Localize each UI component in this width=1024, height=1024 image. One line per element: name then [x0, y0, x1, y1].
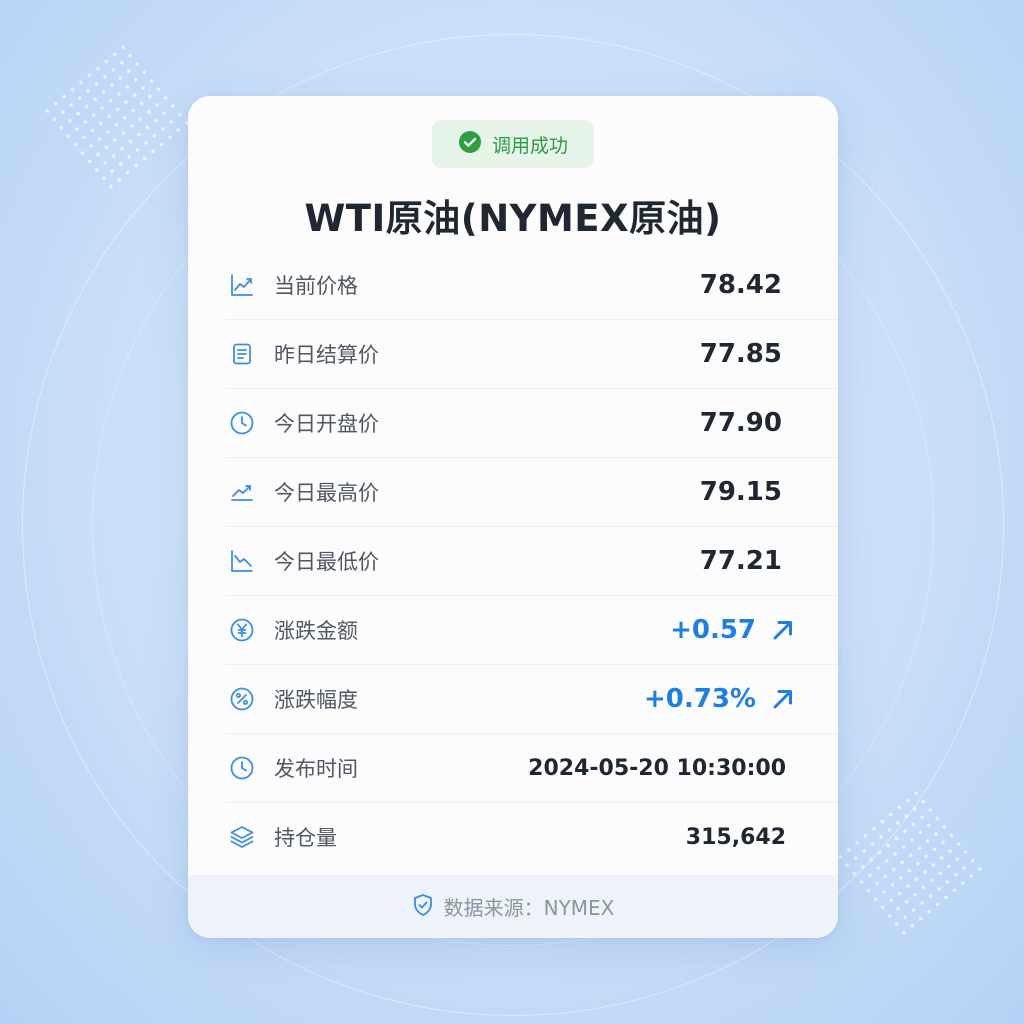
row-label: 发布时间: [274, 757, 358, 781]
status-badge: 调用成功: [432, 120, 594, 168]
row-value: +0.57: [670, 615, 756, 645]
yuan-icon: [228, 616, 256, 644]
document-icon: [228, 340, 256, 368]
page-title: WTI原油(NYMEX原油): [304, 197, 722, 240]
row-label: 当前价格: [274, 274, 358, 298]
row-prev-settle: 昨日结算价 77.85: [226, 320, 838, 389]
quote-list: 当前价格 78.42 昨日结算价 77.85 今日开盘价 77.90 今日最高价…: [226, 251, 838, 871]
row-change-percent: 涨跌幅度 +0.73%: [226, 665, 838, 734]
row-value: 77.85: [699, 339, 782, 369]
row-label: 涨跌金额: [274, 619, 358, 643]
row-label: 今日最高价: [274, 481, 379, 505]
row-label: 涨跌幅度: [274, 688, 358, 712]
row-value: 315,642: [685, 824, 786, 850]
quote-card: 调用成功 WTI原油(NYMEX原油) 当前价格 78.42 昨日结算价 77.…: [188, 96, 838, 938]
row-current-price: 当前价格 78.42: [226, 251, 838, 320]
footer-label: 数据来源：: [443, 896, 544, 920]
check-circle-icon: [458, 130, 482, 158]
arrow-up-right-icon: [768, 684, 798, 714]
data-source-footer: 数据来源：NYMEX: [188, 875, 838, 938]
clock-icon: [228, 409, 256, 437]
row-open-interest: 持仓量 315,642: [226, 803, 838, 871]
row-value: 78.42: [699, 270, 782, 300]
row-label: 今日最低价: [274, 550, 379, 574]
row-label: 持仓量: [274, 826, 337, 850]
line-chart-icon: [228, 271, 256, 299]
status-label: 调用成功: [491, 134, 568, 157]
layers-icon: [228, 823, 256, 851]
row-label: 昨日结算价: [274, 343, 379, 367]
row-change-amount: 涨跌金额 +0.57: [226, 596, 838, 665]
row-value: 2024-05-20 10:30:00: [528, 755, 786, 781]
row-label: 今日开盘价: [274, 412, 379, 436]
row-value: +0.73%: [644, 684, 756, 714]
shield-icon: [412, 893, 434, 921]
arrow-up-right-icon: [768, 615, 798, 645]
row-low-price: 今日最低价 77.21: [226, 527, 838, 596]
row-publish-time: 发布时间 2024-05-20 10:30:00: [226, 734, 838, 803]
percent-icon: [228, 685, 256, 713]
row-value: 79.15: [699, 477, 782, 507]
row-open-price: 今日开盘价 77.90: [226, 389, 838, 458]
trend-up-icon: [228, 478, 256, 506]
row-value: 77.21: [699, 546, 782, 576]
clock-icon: [228, 754, 256, 782]
footer-source: NYMEX: [543, 896, 615, 920]
row-high-price: 今日最高价 79.15: [226, 458, 838, 527]
trend-down-icon: [228, 547, 256, 575]
row-value: 77.90: [699, 408, 782, 438]
